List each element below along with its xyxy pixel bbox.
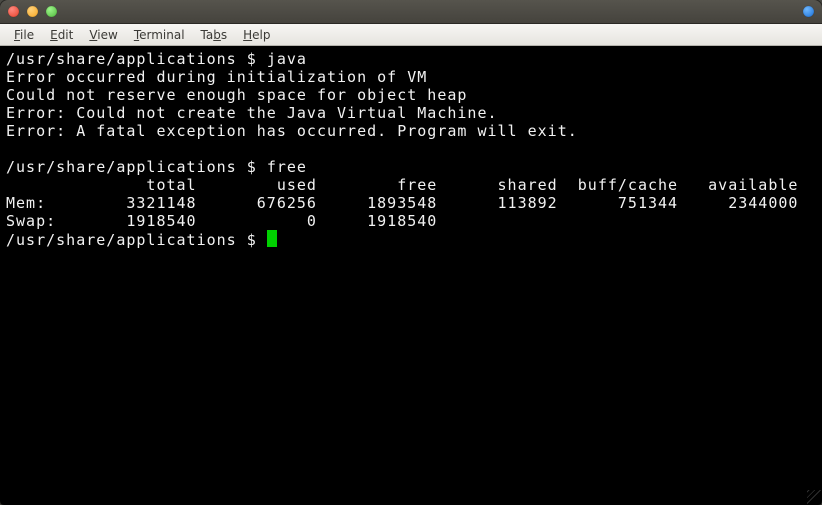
prompt-cwd: /usr/share/applications: [6, 231, 237, 249]
menu-tabs-rest: s: [221, 28, 227, 42]
prompt-sep: $: [237, 50, 267, 68]
menubar: File Edit View Terminal Tabs Help: [0, 24, 822, 46]
cursor-block: [267, 230, 277, 247]
prompt-cwd: /usr/share/applications: [6, 50, 237, 68]
menu-tabs-pre: Ta: [201, 28, 214, 42]
menu-edit[interactable]: Edit: [42, 27, 81, 43]
window-controls: [8, 6, 57, 17]
resize-grip-icon[interactable]: [807, 490, 821, 504]
terminal-window: File Edit View Terminal Tabs Help /usr/s…: [0, 0, 822, 505]
java-output-line-2: Could not reserve enough space for objec…: [6, 86, 467, 104]
prompt-cwd: /usr/share/applications: [6, 158, 237, 176]
menu-view[interactable]: View: [81, 27, 125, 43]
titlebar[interactable]: [0, 0, 822, 24]
prompt-sep: $: [237, 158, 267, 176]
menu-terminal[interactable]: Terminal: [126, 27, 193, 43]
menu-tabs[interactable]: Tabs: [193, 27, 236, 43]
prompt-sep: $: [237, 231, 267, 249]
java-output-line-3: Error: Could not create the Java Virtual…: [6, 104, 498, 122]
status-dot-icon: [803, 6, 814, 17]
minimize-icon[interactable]: [27, 6, 38, 17]
java-output-line-1: Error occurred during initialization of …: [6, 68, 427, 86]
java-output-line-4: Error: A fatal exception has occurred. P…: [6, 122, 578, 140]
free-header: total used free shared buff/cache availa…: [6, 176, 798, 194]
menu-file[interactable]: File: [6, 27, 42, 43]
menu-help-rest: elp: [252, 28, 270, 42]
menu-file-rest: ile: [20, 28, 34, 42]
command-free: free: [267, 158, 307, 176]
menu-edit-rest: dit: [58, 28, 74, 42]
command-java: java: [267, 50, 307, 68]
free-mem-row: Mem: 3321148 676256 1893548 113892 75134…: [6, 194, 798, 212]
menu-view-rest: iew: [97, 28, 118, 42]
menu-help[interactable]: Help: [235, 27, 278, 43]
close-icon[interactable]: [8, 6, 19, 17]
maximize-icon[interactable]: [46, 6, 57, 17]
menu-terminal-rest: erminal: [139, 28, 184, 42]
free-swap-row: Swap: 1918540 0 1918540: [6, 212, 437, 230]
terminal-area[interactable]: /usr/share/applications $ java Error occ…: [0, 46, 822, 505]
